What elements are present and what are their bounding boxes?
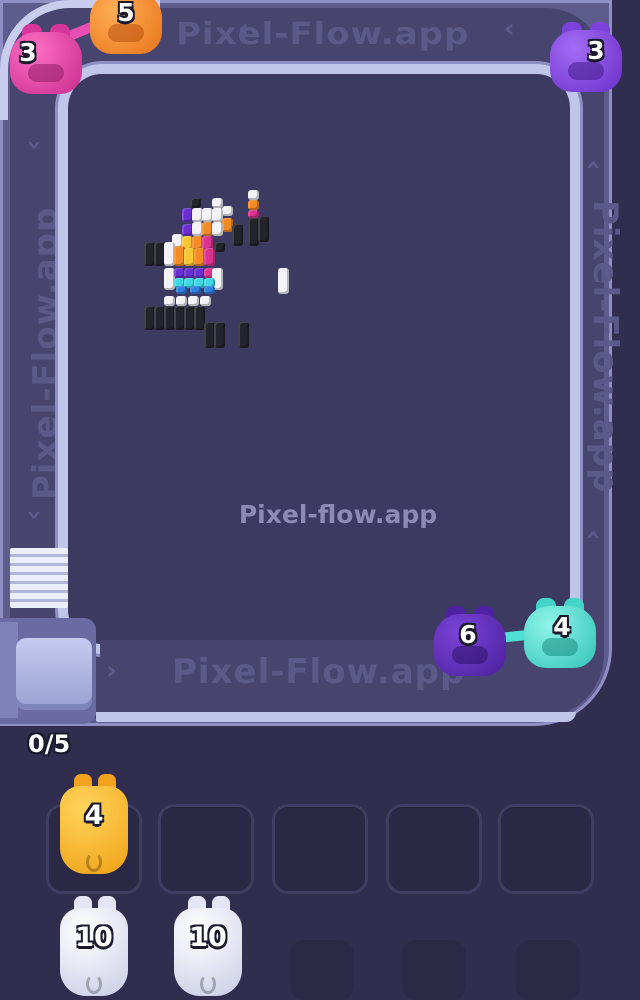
dark-purple-pig[interactable]: 6 (430, 606, 510, 680)
pixel-board (68, 74, 570, 644)
watermark-label: Pixel-flow.app (238, 500, 438, 529)
queue-column-3 (290, 940, 354, 1000)
queue-pig-2[interactable]: 10 (170, 896, 246, 1000)
pixel-block (190, 198, 201, 208)
conveyor-entrance-stripes (10, 548, 68, 608)
pixel-block (258, 216, 269, 242)
lane-watermark-right: Pixel-Flow.app (585, 200, 625, 494)
pig-ammo-count: 4 (84, 800, 104, 831)
chevron-right-icon: › (106, 656, 117, 686)
pig-ammo-count: 5 (117, 0, 135, 27)
slot-1-pig[interactable]: 4 (56, 774, 132, 878)
pixel-block (248, 200, 259, 210)
pixel-block (222, 206, 233, 216)
lane-watermark-bottom: Pixel-Flow.app (172, 652, 466, 692)
pig-tail (86, 974, 102, 994)
pixel-block (238, 322, 249, 348)
slot-5[interactable] (498, 804, 594, 894)
lane-watermark-left: Pixel-Flow.app (26, 206, 66, 500)
purple-pig[interactable]: 3 (546, 22, 626, 96)
queue-column-5 (516, 940, 580, 1000)
slots-progress: 0/5 (28, 730, 71, 758)
pixel-block (204, 248, 215, 266)
cyan-pig[interactable]: 4 (520, 598, 600, 672)
chevron-up-icon: ‹ (578, 529, 609, 541)
pig-tail (86, 852, 102, 872)
slot-4[interactable] (386, 804, 482, 894)
pixel-block (176, 296, 187, 306)
pig-ammo-count: 3 (19, 38, 37, 67)
chevron-left-icon: ‹ (238, 14, 249, 44)
pixel-block (214, 322, 225, 348)
slot-2[interactable] (158, 804, 254, 894)
feeder-plate (16, 638, 92, 710)
pig-ammo-count: 10 (189, 922, 227, 953)
orange-pig[interactable]: 5 (86, 0, 166, 58)
chevron-up-icon: ‹ (578, 159, 609, 171)
pixel-block (212, 222, 223, 236)
magenta-pig[interactable]: 3 (6, 24, 86, 98)
chevron-down-icon: ‹ (18, 509, 49, 521)
lane-watermark-top: Pixel-Flow.app (176, 16, 470, 52)
pixel-block (190, 286, 201, 294)
pig-ammo-count: 3 (587, 36, 605, 65)
pig-tail (200, 974, 216, 994)
pixel-block (200, 296, 211, 306)
chevron-left-icon: ‹ (504, 14, 515, 44)
pixel-block (204, 286, 215, 294)
pixel-block (232, 224, 243, 246)
pixel-block (188, 296, 199, 306)
pixel-block (248, 190, 259, 200)
pixel-block (164, 296, 175, 306)
slot-3[interactable] (272, 804, 368, 894)
pixel-block (212, 198, 223, 208)
chevron-down-icon: ‹ (18, 139, 49, 151)
bottom-rail-edge (96, 712, 576, 722)
game-stage: Pixel-Flow.app Pixel-Flow.app Pixel-Flow… (0, 0, 640, 1000)
queue-column-4 (402, 940, 466, 1000)
pig-ammo-count: 10 (75, 922, 113, 953)
pig-ammo-count: 4 (553, 612, 571, 641)
pixel-block (214, 242, 225, 252)
queue-pig-1[interactable]: 10 (56, 896, 132, 1000)
shooter-feeder[interactable] (0, 618, 96, 726)
pixel-block (278, 268, 289, 294)
pig-ammo-count: 6 (459, 620, 477, 649)
pixel-block (176, 286, 187, 294)
